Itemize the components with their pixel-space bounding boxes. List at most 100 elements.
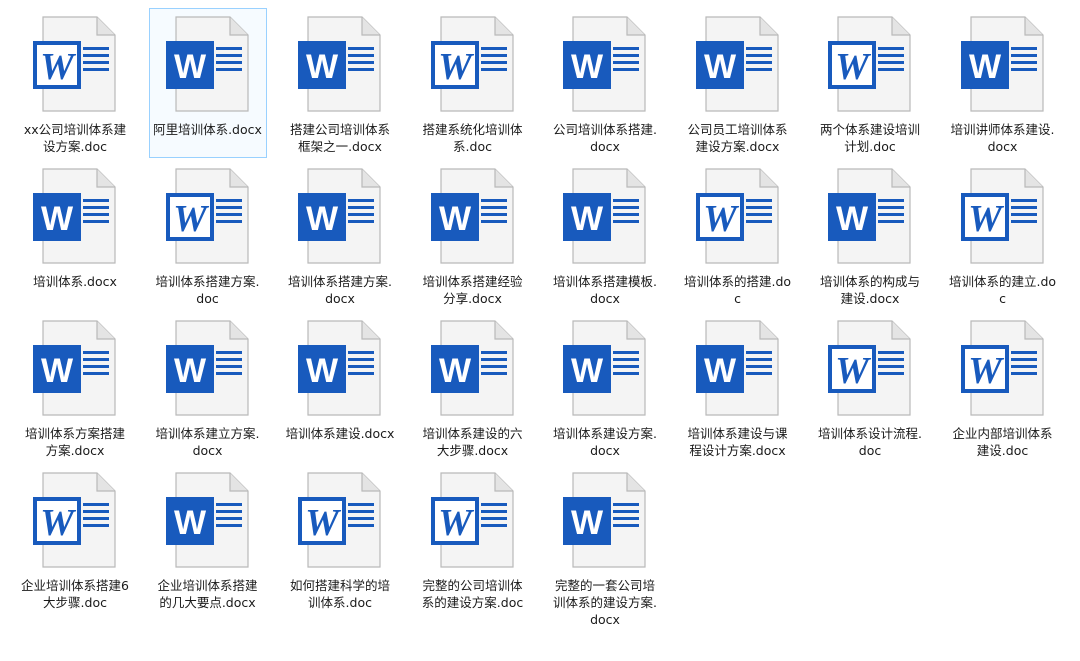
svg-text:W: W: [41, 200, 74, 238]
file-item[interactable]: W 培训体系的构成与建设.docx: [811, 160, 929, 310]
file-name-label: 公司员工培训体系建设方案.docx: [687, 122, 788, 154]
svg-text:W: W: [835, 46, 872, 88]
word-modern-icon: W: [165, 472, 250, 569]
word-classic-icon: W: [430, 472, 515, 569]
file-item[interactable]: W 培训体系的搭建.doc: [679, 160, 797, 310]
word-classic-icon: W: [828, 16, 912, 113]
word-classic-icon: W: [33, 472, 117, 569]
svg-text:W: W: [305, 502, 342, 544]
file-item[interactable]: W 培训体系.docx: [16, 160, 134, 310]
file-name-label: 完整的一套公司培训体系的建设方案.docx: [553, 578, 657, 627]
file-item[interactable]: W xx公司培训体系建设方案.doc: [16, 8, 134, 158]
file-item[interactable]: W 阿里培训体系.docx: [148, 8, 267, 158]
file-item[interactable]: W 如何搭建科学的培训体系.doc: [281, 464, 399, 614]
word-modern-icon: W: [695, 320, 780, 417]
svg-text:W: W: [703, 48, 736, 86]
svg-text:W: W: [41, 352, 74, 390]
word-modern-icon: W: [563, 16, 647, 113]
svg-text:W: W: [571, 200, 604, 238]
file-name-label: 完整的公司培训体系的建设方案.doc: [421, 578, 524, 610]
svg-text:W: W: [571, 352, 604, 390]
file-name-label: 培训讲师体系建设.docx: [950, 122, 1055, 154]
svg-text:W: W: [173, 352, 206, 390]
file-name-label: 培训体系设计流程.doc: [818, 426, 922, 458]
file-name-label: 培训体系建立方案.docx: [155, 426, 260, 458]
file-name-label: 企业培训体系搭建的几大要点.docx: [157, 578, 258, 610]
file-item[interactable]: W 培训体系的建立.doc: [944, 160, 1062, 310]
file-item[interactable]: W 培训体系搭建方案.doc: [149, 160, 267, 310]
file-item[interactable]: W 培训体系设计流程.doc: [811, 312, 929, 462]
word-modern-icon: W: [165, 16, 250, 113]
svg-text:W: W: [438, 200, 471, 238]
word-classic-icon: W: [960, 320, 1045, 417]
svg-text:W: W: [438, 46, 475, 88]
svg-text:W: W: [968, 48, 1001, 86]
file-item[interactable]: W 完整的一套公司培训体系的建设方案.docx: [546, 464, 664, 627]
file-name-label: 培训体系的建立.doc: [948, 274, 1057, 306]
file-name-label: 培训体系搭建方案.docx: [288, 274, 392, 306]
svg-text:W: W: [306, 200, 339, 238]
word-modern-icon: W: [563, 320, 647, 417]
svg-text:W: W: [306, 352, 339, 390]
file-name-label: 培训体系搭建模板.docx: [553, 274, 657, 306]
word-modern-icon: W: [828, 168, 912, 265]
file-item[interactable]: W 培训体系方案搭建方案.docx: [16, 312, 134, 462]
file-item[interactable]: W 培训体系搭建方案.docx: [281, 160, 399, 310]
word-classic-icon: W: [695, 168, 780, 265]
file-item[interactable]: W 培训体系建设与课程设计方案.docx: [679, 312, 797, 462]
file-item[interactable]: W 培训体系建设.docx: [281, 312, 399, 462]
svg-text:W: W: [703, 352, 736, 390]
file-item[interactable]: W 完整的公司培训体系的建设方案.doc: [414, 464, 532, 614]
file-name-label: 培训体系的构成与建设.docx: [819, 274, 920, 306]
file-item[interactable]: W 培训体系建设方案.docx: [546, 312, 664, 462]
word-modern-icon: W: [563, 472, 647, 569]
word-classic-icon: W: [165, 168, 250, 265]
svg-text:W: W: [40, 46, 77, 88]
svg-text:W: W: [438, 352, 471, 390]
file-item[interactable]: W 企业培训体系搭建6大步骤.doc: [16, 464, 134, 614]
word-classic-icon: W: [298, 472, 382, 569]
file-item[interactable]: W 培训体系建设的六大步骤.docx: [414, 312, 532, 462]
svg-text:W: W: [173, 48, 206, 86]
word-modern-icon: W: [695, 16, 780, 113]
file-name-label: 培训体系建设的六大步骤.docx: [422, 426, 523, 458]
svg-text:W: W: [571, 504, 604, 542]
file-item[interactable]: W 培训讲师体系建设.docx: [944, 8, 1062, 158]
word-modern-icon: W: [298, 168, 382, 265]
file-grid: W xx公司培训体系建设方案.doc W 阿里培训体系.docx W 搭建公司培…: [16, 8, 1076, 627]
file-name-label: 培训体系搭建方案.doc: [155, 274, 260, 306]
file-name-label: 培训体系搭建经验分享.docx: [422, 274, 523, 306]
svg-text:W: W: [968, 350, 1005, 392]
word-classic-icon: W: [430, 16, 515, 113]
file-item[interactable]: W 搭建公司培训体系框架之一.docx: [281, 8, 399, 158]
file-name-label: 搭建公司培训体系框架之一.docx: [289, 122, 390, 154]
file-item[interactable]: W 企业内部培训体系建设.doc: [944, 312, 1062, 462]
svg-text:W: W: [835, 350, 872, 392]
word-modern-icon: W: [563, 168, 647, 265]
file-name-label: 培训体系建设.docx: [285, 426, 395, 441]
file-name-label: 培训体系的搭建.doc: [683, 274, 792, 306]
file-item[interactable]: W 搭建系统化培训体系.doc: [414, 8, 532, 158]
file-item[interactable]: W 培训体系建立方案.docx: [149, 312, 267, 462]
word-modern-icon: W: [430, 320, 515, 417]
svg-text:W: W: [438, 502, 475, 544]
file-item[interactable]: W 企业培训体系搭建的几大要点.docx: [149, 464, 267, 614]
file-name-label: 企业培训体系搭建6大步骤.doc: [21, 578, 129, 610]
file-item[interactable]: W 培训体系搭建模板.docx: [546, 160, 664, 310]
file-item[interactable]: W 公司培训体系搭建.docx: [546, 8, 664, 158]
file-item[interactable]: W 公司员工培训体系建设方案.docx: [679, 8, 797, 158]
file-name-label: 如何搭建科学的培训体系.doc: [289, 578, 390, 610]
word-modern-icon: W: [165, 320, 250, 417]
file-name-label: xx公司培训体系建设方案.doc: [23, 122, 127, 154]
word-modern-icon: W: [298, 320, 382, 417]
file-item[interactable]: W 两个体系建设培训计划.doc: [811, 8, 929, 158]
file-name-label: 培训体系建设与课程设计方案.docx: [687, 426, 788, 458]
svg-text:W: W: [571, 48, 604, 86]
file-name-label: 培训体系方案搭建方案.docx: [24, 426, 125, 458]
word-classic-icon: W: [33, 16, 117, 113]
word-classic-icon: W: [828, 320, 912, 417]
word-modern-icon: W: [33, 168, 117, 265]
svg-text:W: W: [836, 200, 869, 238]
svg-text:W: W: [968, 198, 1005, 240]
file-item[interactable]: W 培训体系搭建经验分享.docx: [414, 160, 532, 310]
